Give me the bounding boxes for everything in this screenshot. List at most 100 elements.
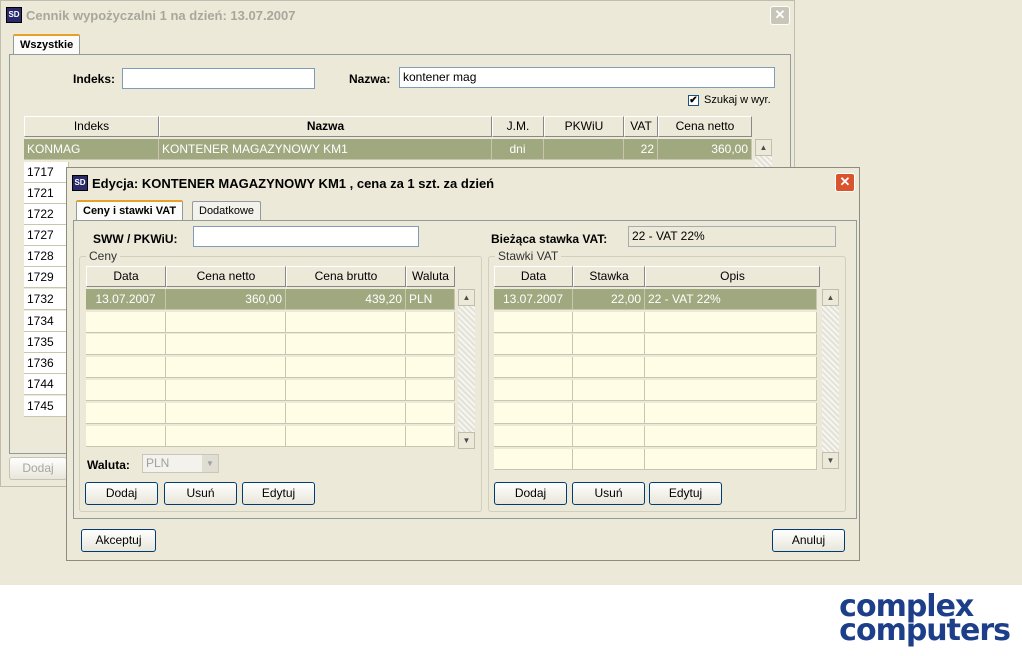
scroll-up-icon[interactable]: ▲ — [755, 139, 772, 156]
table-row[interactable] — [286, 426, 406, 447]
vat-rates-scrollbar[interactable]: ▲ ▼ — [822, 289, 839, 469]
col-nazwa[interactable]: Nazwa — [159, 116, 492, 137]
col-opis[interactable]: Opis — [645, 266, 820, 287]
table-row[interactable] — [645, 312, 817, 333]
table-row[interactable] — [166, 403, 286, 424]
prices-add-button[interactable]: Dodaj — [85, 482, 158, 505]
table-row[interactable] — [645, 449, 817, 470]
tab-ceny-i-stawki-vat[interactable]: Ceny i stawki VAT — [76, 200, 184, 221]
vat-delete-button[interactable]: Usuń — [572, 482, 645, 505]
table-row[interactable] — [573, 357, 645, 378]
accept-button[interactable]: Akceptuj — [81, 529, 156, 552]
table-row[interactable] — [494, 334, 573, 355]
table-row[interactable] — [286, 380, 406, 401]
scroll-down-icon[interactable]: ▼ — [822, 452, 839, 469]
list-item[interactable]: 1744 — [24, 374, 69, 395]
col-cena-netto[interactable]: Cena netto — [658, 116, 752, 137]
cancel-button[interactable]: Anuluj — [772, 529, 845, 552]
list-item[interactable]: 1722 — [24, 204, 69, 225]
price-row-brutto[interactable]: 439,20 — [286, 289, 406, 310]
table-row[interactable] — [406, 334, 455, 355]
list-item[interactable]: 1717 — [24, 162, 69, 183]
list-item[interactable]: 1728 — [24, 246, 69, 267]
table-row[interactable] — [406, 426, 455, 447]
table-row[interactable] — [573, 312, 645, 333]
table-row[interactable] — [494, 312, 573, 333]
list-item[interactable]: 1734 — [24, 311, 69, 332]
table-row[interactable] — [166, 312, 286, 333]
table-row[interactable] — [573, 334, 645, 355]
vat-row-opis[interactable]: 22 - VAT 22% — [645, 289, 817, 310]
table-row[interactable] — [494, 426, 573, 447]
price-row-netto[interactable]: 360,00 — [166, 289, 286, 310]
selected-row-jm[interactable]: dni — [492, 139, 544, 160]
selected-row-vat[interactable]: 22 — [624, 139, 658, 160]
col-cena-brutto[interactable]: Cena brutto — [286, 266, 406, 287]
table-row[interactable] — [406, 312, 455, 333]
close-icon[interactable]: ✕ — [770, 6, 790, 25]
table-row[interactable] — [573, 449, 645, 470]
list-item[interactable]: 1732 — [24, 289, 69, 310]
list-item[interactable]: 1729 — [24, 267, 69, 288]
edit-titlebar[interactable]: SD Edycja: KONTENER MAGAZYNOWY KM1 , cen… — [67, 168, 859, 198]
table-row[interactable] — [86, 426, 166, 447]
table-row[interactable] — [406, 403, 455, 424]
table-row[interactable] — [645, 380, 817, 401]
table-row[interactable] — [645, 403, 817, 424]
sww-input[interactable] — [193, 226, 419, 247]
table-row[interactable] — [406, 357, 455, 378]
table-row[interactable] — [494, 380, 573, 401]
col-vat[interactable]: VAT — [624, 116, 658, 137]
table-row[interactable] — [166, 380, 286, 401]
list-item[interactable]: 1735 — [24, 332, 69, 353]
table-row[interactable] — [286, 403, 406, 424]
vat-edit-button[interactable]: Edytuj — [649, 482, 722, 505]
table-row[interactable] — [286, 334, 406, 355]
scroll-down-icon[interactable]: ▼ — [458, 432, 475, 449]
nazwa-input[interactable]: kontener mag — [399, 67, 775, 88]
col-cena-netto[interactable]: Cena netto — [166, 266, 286, 287]
table-row[interactable] — [573, 403, 645, 424]
price-row-data[interactable]: 13.07.2007 — [86, 289, 166, 310]
price-list-titlebar[interactable]: SD Cennik wypożyczalni 1 na dzień: 13.07… — [1, 1, 794, 29]
col-jm[interactable]: J.M. — [492, 116, 544, 137]
prices-edit-button[interactable]: Edytuj — [242, 482, 315, 505]
col-waluta[interactable]: Waluta — [406, 266, 455, 287]
selected-row-pkwiu[interactable] — [544, 139, 624, 160]
scroll-up-icon[interactable]: ▲ — [458, 289, 475, 306]
table-row[interactable] — [166, 426, 286, 447]
table-row[interactable] — [166, 334, 286, 355]
table-row[interactable] — [166, 357, 286, 378]
table-row[interactable] — [86, 380, 166, 401]
price-list-scrollbar[interactable]: ▲ — [755, 139, 772, 169]
table-row[interactable] — [573, 380, 645, 401]
prices-scrollbar[interactable]: ▲ ▼ — [458, 289, 475, 449]
tab-dodatkowe[interactable]: Dodatkowe — [192, 201, 262, 222]
table-row[interactable] — [645, 334, 817, 355]
col-data[interactable]: Data — [86, 266, 166, 287]
table-row[interactable] — [286, 357, 406, 378]
price-row-waluta[interactable]: PLN — [406, 289, 455, 310]
table-row[interactable] — [286, 312, 406, 333]
table-row[interactable] — [494, 357, 573, 378]
table-row[interactable] — [494, 449, 573, 470]
add-button[interactable]: Dodaj — [9, 457, 67, 480]
table-row[interactable] — [645, 357, 817, 378]
col-indeks[interactable]: Indeks — [24, 116, 159, 137]
close-icon[interactable]: ✕ — [835, 173, 855, 192]
table-row[interactable] — [86, 403, 166, 424]
indeks-input[interactable] — [122, 68, 315, 89]
col-vat-data[interactable]: Data — [494, 266, 573, 287]
selected-row-nazwa[interactable]: KONTENER MAGAZYNOWY KM1 — [159, 139, 492, 160]
selected-row-cena[interactable]: 360,00 — [658, 139, 752, 160]
list-item[interactable]: 1727 — [24, 225, 69, 246]
search-in-expr-checkbox[interactable]: ✔ — [688, 95, 699, 106]
list-item[interactable]: 1745 — [24, 396, 69, 417]
list-item[interactable]: 1721 — [24, 183, 69, 204]
table-row[interactable] — [406, 380, 455, 401]
scroll-up-icon[interactable]: ▲ — [822, 289, 839, 306]
chevron-down-icon[interactable]: ▼ — [202, 455, 218, 472]
list-item[interactable]: 1736 — [24, 353, 69, 374]
vat-add-button[interactable]: Dodaj — [494, 482, 567, 505]
currency-select[interactable]: PLN ▼ — [142, 454, 219, 473]
